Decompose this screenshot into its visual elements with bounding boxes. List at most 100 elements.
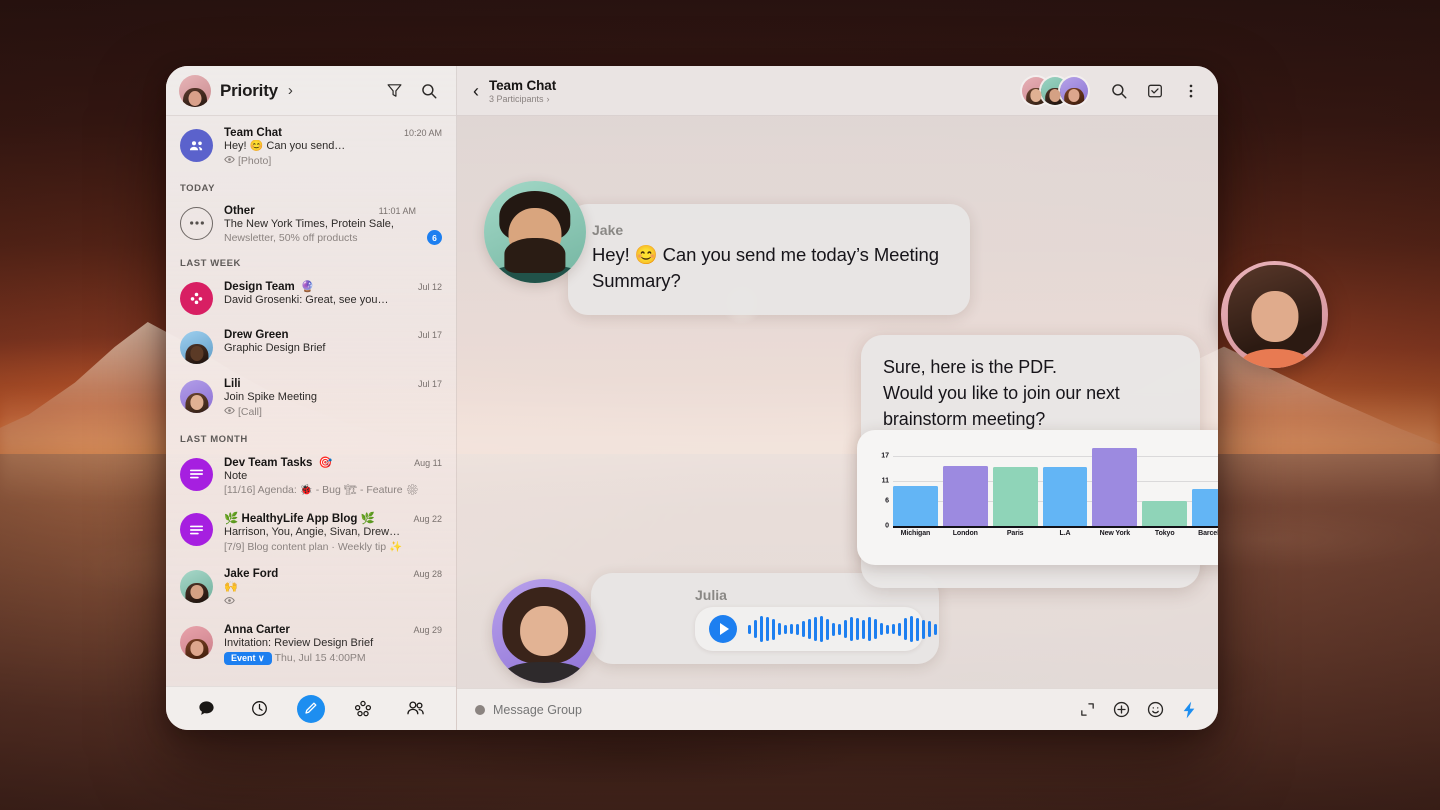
conversation-snippet: Harrison, You, Angie, Sivan, Drew… — [224, 526, 401, 539]
sidebar: Priority › Team Chat 10:20 AM Hey! 😊 Can y… — [166, 66, 457, 730]
conversation-emoji: 🎯 — [318, 456, 333, 469]
participants-label: 3 Participants — [489, 93, 544, 104]
conversation-item[interactable]: Design Team 🔮 Jul 12 David Grosenki: Great,… — [166, 273, 456, 322]
conversation-name: Team Chat — [224, 127, 282, 139]
waveform-bar — [771, 618, 776, 640]
filter-icon[interactable] — [381, 78, 407, 104]
conversation-body: 🌿 HealthyLife App Blog 🌿 Aug 22 Harrison, … — [224, 511, 442, 554]
conversation-header: Team Chat 10:20 AM — [224, 127, 442, 139]
conversation-list[interactable]: Team Chat 10:20 AM Hey! 😊 Can you send… [Ph… — [166, 116, 456, 686]
conversation-snippet: Join Spike Meeting — [224, 391, 317, 404]
conversation-body: Other 11:01 AM The New York Times, Protein… — [224, 205, 416, 246]
search-icon[interactable] — [1106, 78, 1132, 104]
conversation-item[interactable]: Dev Team Tasks 🎯 Aug 11 Note [11/16] Agenda:… — [166, 449, 456, 505]
chevron-right-icon: › — [546, 93, 550, 104]
search-icon[interactable] — [416, 78, 442, 104]
participant-avatar[interactable] — [1060, 76, 1088, 105]
bar-column — [1092, 444, 1138, 526]
plus-circle-icon[interactable] — [1108, 697, 1134, 723]
nav-people-icon[interactable] — [401, 694, 431, 724]
conversation-header: Drew Green Jul 17 — [224, 329, 442, 341]
conversation-name: 🌿 HealthyLife App Blog 🌿 — [224, 513, 375, 526]
conversation-subline — [224, 595, 442, 610]
waveform-bar — [807, 619, 812, 639]
back-chevron-icon[interactable]: ‹ — [473, 82, 479, 100]
x-axis-tick: New York — [1099, 530, 1131, 537]
conversation-avatar — [180, 206, 213, 240]
conversation-avatar — [180, 380, 213, 414]
waveform-bar — [873, 619, 878, 639]
conversation-item[interactable]: Other 11:01 AM The New York Times, Protein… — [166, 198, 456, 253]
waveform-bar — [759, 616, 764, 642]
conversation-name: Other — [224, 204, 255, 217]
avatar[interactable] — [492, 579, 596, 683]
event-badge[interactable]: Event ∨ — [224, 651, 272, 665]
sidebar-header: Priority › — [166, 66, 456, 116]
chat-header: ‹ Team Chat 3 Participants › — [457, 66, 1218, 116]
conversation-item[interactable]: 🌿 HealthyLife App Blog 🌿 Aug 22 Harrison, … — [166, 504, 456, 561]
x-axis-tick: Barcelona — [1198, 530, 1218, 537]
conversation-subline: [11/16] Agenda: 🐞 - Bug 🏗 - Feature ⚙ — [224, 484, 442, 497]
avatar[interactable] — [484, 181, 586, 283]
waveform-bar — [927, 621, 931, 637]
lightning-bolt-icon[interactable] — [1176, 697, 1202, 723]
chevron-right-icon[interactable]: › — [288, 82, 293, 99]
conversation-meta: 6 — [427, 230, 442, 246]
message-bubble-jake[interactable]: Jake Hey! 😊 Can you send me today’s Meet… — [568, 204, 970, 315]
conversation-item[interactable]: Team Chat 10:20 AM Hey! 😊 Can you send… [Ph… — [166, 120, 456, 177]
play-icon[interactable] — [709, 615, 737, 643]
conversation-body: Drew Green Jul 17 Graphic Design Brief — [224, 329, 442, 355]
waveform-bar — [933, 623, 937, 635]
audio-waveform[interactable] — [748, 615, 937, 643]
conversation-time: Jul 12 — [417, 282, 442, 293]
status-dot — [475, 704, 485, 715]
participant-avatars[interactable] — [1022, 76, 1088, 105]
x-axis-tick: Tokyo — [1154, 530, 1175, 537]
more-vertical-icon[interactable] — [1178, 78, 1204, 104]
voice-message-player[interactable] — [695, 607, 937, 651]
x-axis-tick: L.A — [1059, 530, 1071, 537]
nav-compose-pencil-icon[interactable] — [296, 694, 325, 723]
expand-icon[interactable] — [1074, 697, 1100, 723]
subline-text: Newsletter, 50% off products — [224, 231, 358, 244]
chart-attachment[interactable]: 0 6 11 17 Michigan London Paris L.A New York Toky… — [857, 430, 1218, 565]
nav-clock-icon[interactable] — [244, 694, 274, 724]
chat-pane: ‹ Team Chat 3 Participants › Jake Hey! 😊… — [457, 66, 1218, 730]
eye-icon — [224, 154, 235, 169]
bar-column — [1042, 444, 1088, 526]
conversation-time: 10:20 AM — [403, 128, 442, 138]
conversation-snippet: Invitation: Review Design Brief — [224, 637, 374, 650]
x-axis-tick: London — [952, 530, 978, 537]
conversation-body: Design Team 🔮 Jul 12 David Grosenki: Great,… — [224, 280, 442, 307]
conversation-item[interactable]: Jake Ford Aug 28 🙌 — [166, 561, 456, 618]
conversation-body: Dev Team Tasks 🎯 Aug 11 Note [11/16] Agenda:… — [224, 456, 442, 498]
waveform-bar — [861, 619, 866, 639]
message-list[interactable]: Jake Hey! 😊 Can you send me today’s Meet… — [457, 116, 1218, 688]
subline-text: [Call] — [238, 406, 262, 419]
waveform-bar — [801, 621, 806, 637]
conversation-avatar — [180, 331, 213, 365]
nav-chat-bubble-icon[interactable] — [191, 694, 221, 724]
chat-participants[interactable]: 3 Participants › — [489, 94, 556, 104]
conversation-body: Team Chat 10:20 AM Hey! 😊 Can you send… [Ph… — [224, 127, 442, 170]
conversation-time: Aug 28 — [413, 568, 442, 579]
floating-avatar[interactable] — [1221, 261, 1328, 368]
waveform-bar — [831, 622, 836, 636]
smiley-icon[interactable] — [1142, 697, 1168, 723]
conversation-item[interactable]: Anna Carter Aug 29 Invitation: Review Desi… — [166, 617, 456, 672]
conversation-name: Jake Ford — [224, 567, 279, 580]
conversation-item[interactable]: Lili Jul 17 Join Spike Meeting [Call] — [166, 371, 456, 428]
conversation-avatar — [180, 129, 213, 162]
conversation-item[interactable]: Drew Green Jul 17 Graphic Design Brief — [166, 322, 456, 371]
waveform-bar — [795, 623, 800, 635]
avatar[interactable] — [179, 74, 211, 107]
archive-check-icon[interactable] — [1142, 78, 1168, 104]
chat-title-block[interactable]: Team Chat 3 Participants › — [489, 78, 556, 104]
eye-icon — [224, 595, 235, 610]
conversation-name: Design Team — [224, 281, 295, 294]
message-input[interactable] — [493, 702, 1066, 717]
conversation-subline: Newsletter, 50% off products — [224, 232, 416, 245]
subline-text: [11/16] Agenda: 🐞 - Bug 🏗 - Feature ⚙ — [224, 484, 419, 496]
nav-groups-icon[interactable] — [348, 694, 378, 724]
app-window: Priority › Team Chat 10:20 AM Hey! 😊 Can y… — [166, 66, 1218, 730]
